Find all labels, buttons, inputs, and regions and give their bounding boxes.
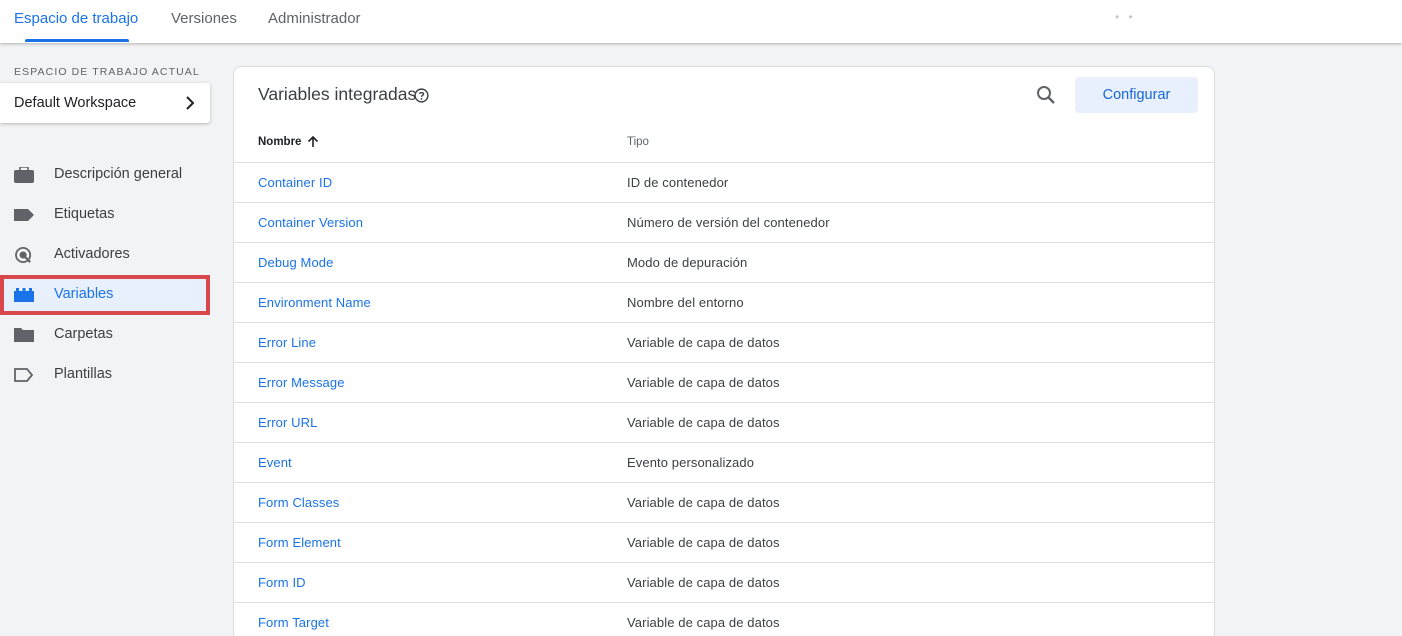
sidebar-item-label: Carpetas <box>54 326 113 342</box>
workspace-label: ESPACIO DE TRABAJO ACTUAL <box>14 66 200 78</box>
search-icon[interactable] <box>1036 85 1056 105</box>
table-row[interactable]: Form Element Variable de capa de datos <box>234 522 1214 562</box>
folder-icon <box>14 328 34 342</box>
tab-versions[interactable]: Versiones <box>171 0 237 43</box>
sidebar-item-label: Etiquetas <box>54 206 115 222</box>
variable-type: Variable de capa de datos <box>627 335 780 350</box>
top-nav: Espacio de trabajo Versiones Administrad… <box>0 0 1402 43</box>
variable-type: Variable de capa de datos <box>627 375 780 390</box>
table-row[interactable]: Form Target Variable de capa de datos <box>234 602 1214 636</box>
variable-name-link[interactable]: Error URL <box>258 415 317 430</box>
table-row[interactable]: Container Version Número de versión del … <box>234 202 1214 242</box>
column-header-name[interactable]: Nombre <box>258 136 301 148</box>
variable-type: Variable de capa de datos <box>627 495 780 510</box>
sidebar-item-templates[interactable]: Plantillas <box>0 355 210 395</box>
sidebar-item-label: Activadores <box>54 246 130 262</box>
variable-name-link[interactable]: Event <box>258 455 292 470</box>
variable-type: Modo de depuración <box>627 255 748 270</box>
table-row[interactable]: Event Evento personalizado <box>234 442 1214 482</box>
table-row[interactable]: Debug Mode Modo de depuración <box>234 242 1214 282</box>
page-title: Variables integradas <box>258 84 417 104</box>
variable-name-link[interactable]: Debug Mode <box>258 255 333 270</box>
tag-icon <box>14 209 34 221</box>
workspace-name: Default Workspace <box>14 95 137 111</box>
arrow-up-icon[interactable] <box>307 135 319 148</box>
variable-type: Variable de capa de datos <box>627 535 780 550</box>
workspace-selector[interactable]: Default Workspace <box>0 83 210 123</box>
variable-name-link[interactable]: Form Element <box>258 535 341 550</box>
variable-name-link[interactable]: Environment Name <box>258 295 371 310</box>
trigger-icon <box>15 247 32 263</box>
built-in-variables-card: Variables integradas Configurar Nombre T… <box>233 66 1215 636</box>
variable-name-link[interactable]: Form ID <box>258 575 306 590</box>
sidebar-item-overview[interactable]: Descripción general <box>0 155 210 195</box>
table-row[interactable]: Form ID Variable de capa de datos <box>234 562 1214 602</box>
briefcase-icon <box>14 167 34 183</box>
variable-name-link[interactable]: Container ID <box>258 175 332 190</box>
table-row[interactable]: Environment Name Nombre del entorno <box>234 282 1214 322</box>
template-icon <box>14 368 34 382</box>
variable-type: Variable de capa de datos <box>627 615 780 630</box>
variables-icon <box>14 288 34 302</box>
variable-type: Variable de capa de datos <box>627 575 780 590</box>
table-row[interactable]: Error Message Variable de capa de datos <box>234 362 1214 402</box>
configure-button[interactable]: Configurar <box>1075 77 1198 113</box>
sidebar-item-label: Descripción general <box>54 166 183 182</box>
variable-name-link[interactable]: Form Target <box>258 615 329 630</box>
more-dots-icon: • • <box>1115 10 1136 24</box>
variable-type: Evento personalizado <box>627 455 755 470</box>
variable-name-link[interactable]: Form Classes <box>258 495 339 510</box>
help-icon[interactable] <box>414 88 429 103</box>
variable-type: Variable de capa de datos <box>627 415 780 430</box>
sidebar-item-folders[interactable]: Carpetas <box>0 315 210 355</box>
tab-workspace[interactable]: Espacio de trabajo <box>14 0 138 43</box>
variable-name-link[interactable]: Error Message <box>258 375 345 390</box>
sidebar-item-label: Variables <box>54 286 114 302</box>
chevron-right-icon <box>186 96 195 110</box>
tab-admin[interactable]: Administrador <box>268 0 361 43</box>
sidebar-item-variables[interactable]: Variables <box>0 275 210 315</box>
active-tab-indicator <box>25 39 129 42</box>
variable-type: Número de versión del contenedor <box>627 215 830 230</box>
sidebar-item-label: Plantillas <box>54 366 113 382</box>
variable-name-link[interactable]: Container Version <box>258 215 363 230</box>
variable-type: Nombre del entorno <box>627 295 744 310</box>
table-row[interactable]: Container ID ID de contenedor <box>234 162 1214 202</box>
table-row[interactable]: Error Line Variable de capa de datos <box>234 322 1214 362</box>
column-header-type: Tipo <box>627 136 649 148</box>
sidebar-item-tags[interactable]: Etiquetas <box>0 195 210 235</box>
table-row[interactable]: Form Classes Variable de capa de datos <box>234 482 1214 522</box>
sidebar-item-triggers[interactable]: Activadores <box>0 235 210 275</box>
variable-type: ID de contenedor <box>627 175 729 190</box>
table-row[interactable]: Error URL Variable de capa de datos <box>234 402 1214 442</box>
variable-name-link[interactable]: Error Line <box>258 335 316 350</box>
